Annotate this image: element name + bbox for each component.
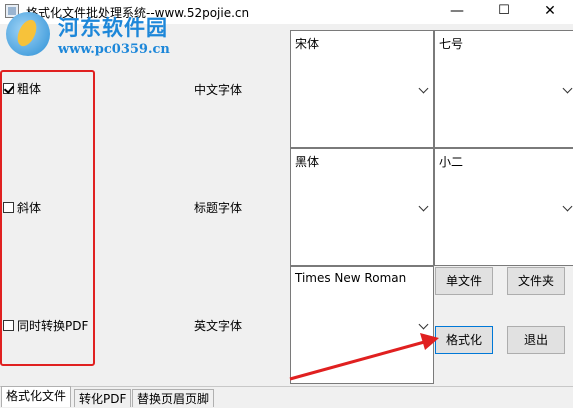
heading-size-value: 小二 [439, 155, 464, 169]
english-font-value: Times New Roman [295, 271, 407, 285]
chevron-down-icon[interactable] [562, 201, 573, 212]
close-button[interactable]: ✕ [527, 0, 573, 24]
checkbox-check-icon[interactable] [3, 82, 14, 94]
folder-button[interactable]: 文件夹 [507, 267, 565, 295]
window-title: 格式化文件批处理系统--www.52pojie.cn [26, 6, 250, 20]
tab-convert-pdf[interactable]: 转化PDF [74, 389, 132, 407]
tab-format-files[interactable]: 格式化文件 [1, 386, 72, 407]
heading-font-label: 标题字体 [194, 201, 243, 215]
convert-pdf-checkbox[interactable]: 同时转换PDF [3, 317, 88, 333]
convert-pdf-label: 同时转换PDF [17, 318, 89, 333]
tab-bar: 格式化文件 转化PDF 替换页眉页脚 [0, 386, 573, 407]
format-button[interactable]: 格式化 [435, 326, 493, 354]
exit-button[interactable]: 退出 [507, 326, 565, 354]
heading-font-select[interactable]: 黑体 [290, 148, 434, 266]
title-bar: 格式化文件批处理系统--www.52pojie.cn — ☐ ✕ [0, 0, 573, 24]
italic-checkbox[interactable]: 斜体 [3, 199, 41, 215]
chinese-font-select[interactable]: 宋体 [290, 30, 434, 148]
minimize-button[interactable]: — [434, 0, 480, 24]
italic-label: 斜体 [17, 200, 42, 215]
english-font-label: 英文字体 [194, 319, 243, 333]
english-font-select[interactable]: Times New Roman [290, 266, 434, 384]
chevron-down-icon[interactable] [418, 83, 429, 94]
chinese-size-value: 七号 [439, 37, 464, 51]
single-file-button[interactable]: 单文件 [435, 267, 493, 295]
chinese-font-value: 宋体 [295, 37, 320, 51]
bold-label: 粗体 [17, 81, 42, 96]
chinese-size-select[interactable]: 七号 [434, 30, 573, 148]
chevron-down-icon[interactable] [562, 83, 573, 94]
heading-font-value: 黑体 [295, 155, 320, 169]
checkbox-box-icon[interactable] [3, 201, 14, 213]
watermark-url: www.pc0359.cn [58, 42, 170, 57]
checkbox-box-icon[interactable] [3, 319, 14, 331]
maximize-button[interactable]: ☐ [481, 0, 527, 24]
chevron-down-icon[interactable] [418, 319, 429, 330]
chevron-down-icon[interactable] [418, 201, 429, 212]
chinese-font-label: 中文字体 [194, 83, 243, 97]
heading-size-select[interactable]: 小二 [434, 148, 573, 266]
bold-checkbox[interactable]: 粗体 [3, 80, 41, 96]
tab-replace-header-footer[interactable]: 替换页眉页脚 [132, 389, 215, 407]
app-icon [5, 4, 19, 18]
